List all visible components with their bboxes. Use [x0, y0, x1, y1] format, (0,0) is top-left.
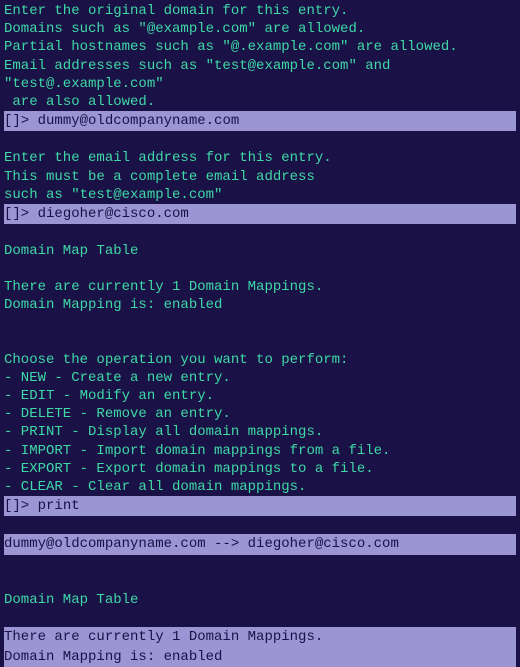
menu-delete: - DELETE - Remove an entry. [4, 405, 516, 423]
mapping-output: dummy@oldcompanyname.com --> diegoher@ci… [4, 534, 516, 554]
prompt-bracket: []> [4, 206, 38, 222]
email-help-line-3: such as "test@example.com" [4, 186, 516, 204]
blank-line [4, 224, 516, 242]
prompt-bracket: []> [4, 498, 38, 514]
domain-help-line-1: Enter the original domain for this entry… [4, 2, 516, 20]
operation-header: Choose the operation you want to perform… [4, 351, 516, 369]
blank-line [4, 333, 516, 351]
mapping-count-2: There are currently 1 Domain Mappings. [4, 627, 516, 647]
domain-help-line-4: Email addresses such as "test@example.co… [4, 57, 516, 93]
blank-line [4, 609, 516, 627]
mapping-count: There are currently 1 Domain Mappings. [4, 278, 516, 296]
prompt-bracket: []> [4, 113, 38, 129]
domain-map-title: Domain Map Table [4, 242, 516, 260]
blank-line [4, 260, 516, 278]
email-prompt-line[interactable]: []> diegoher@cisco.com [4, 204, 516, 224]
operation-prompt-line[interactable]: []> print [4, 496, 516, 516]
blank-line [4, 573, 516, 591]
email-help-line-2: This must be a complete email address [4, 168, 516, 186]
menu-edit: - EDIT - Modify an entry. [4, 387, 516, 405]
blank-line [4, 315, 516, 333]
terminal-output: Enter the original domain for this entry… [4, 2, 516, 667]
menu-print: - PRINT - Display all domain mappings. [4, 423, 516, 441]
email-input-value: diegoher@cisco.com [38, 206, 189, 222]
mapping-status-2: Domain Mapping is: enabled [4, 647, 516, 667]
menu-clear: - CLEAR - Clear all domain mappings. [4, 478, 516, 496]
domain-input-value: dummy@oldcompanyname.com [38, 113, 240, 129]
domain-map-title-2: Domain Map Table [4, 591, 516, 609]
menu-export: - EXPORT - Export domain mappings to a f… [4, 460, 516, 478]
menu-import: - IMPORT - Import domain mappings from a… [4, 442, 516, 460]
mapping-status: Domain Mapping is: enabled [4, 296, 516, 314]
blank-line [4, 516, 516, 534]
operation-input-value: print [38, 498, 80, 514]
domain-help-line-5: are also allowed. [4, 93, 516, 111]
menu-new: - NEW - Create a new entry. [4, 369, 516, 387]
blank-line [4, 131, 516, 149]
domain-help-line-3: Partial hostnames such as "@.example.com… [4, 38, 516, 56]
domain-prompt-line[interactable]: []> dummy@oldcompanyname.com [4, 111, 516, 131]
email-help-line-1: Enter the email address for this entry. [4, 149, 516, 167]
blank-line [4, 555, 516, 573]
domain-help-line-2: Domains such as "@example.com" are allow… [4, 20, 516, 38]
